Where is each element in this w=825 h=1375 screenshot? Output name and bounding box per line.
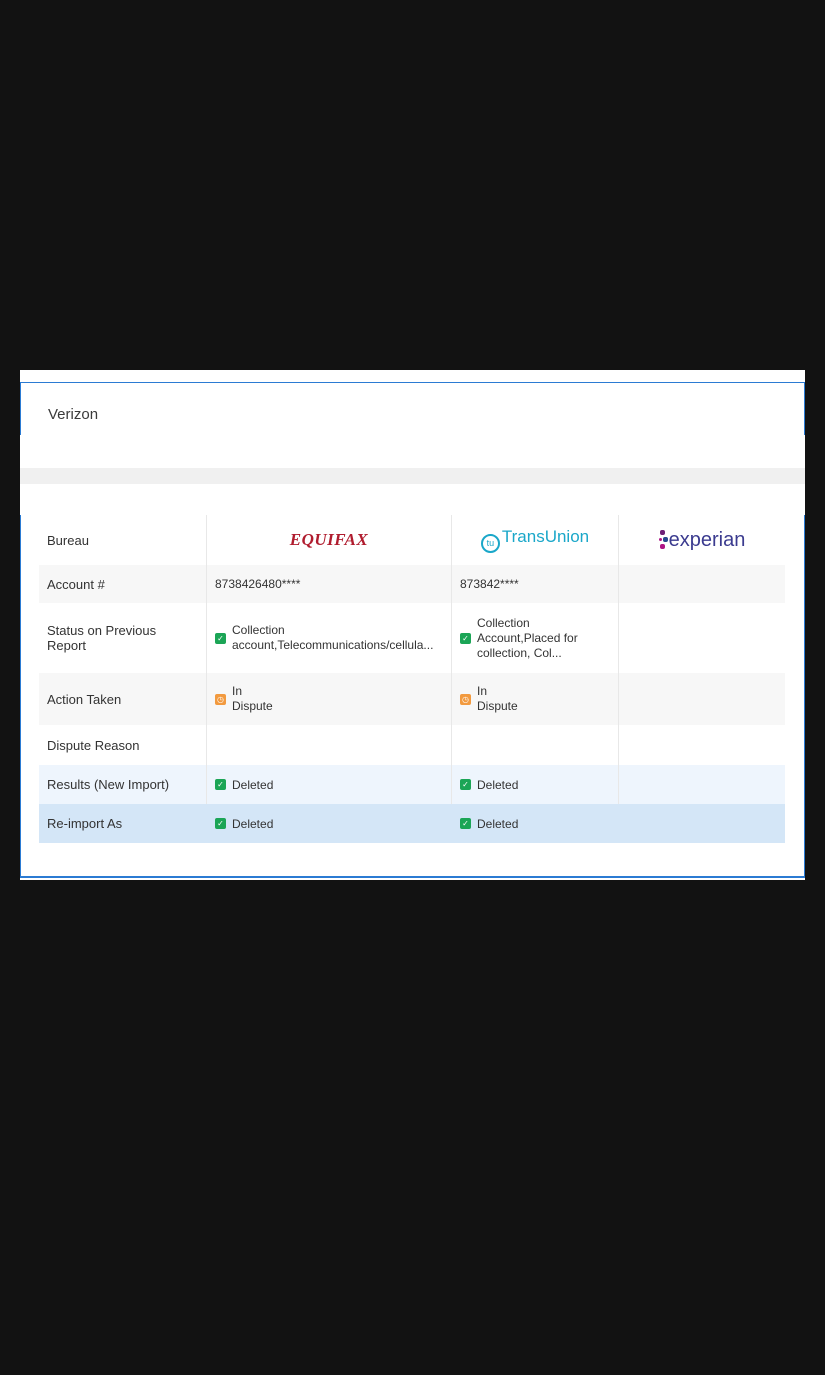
- transunion-action-taken-text: In Dispute: [477, 684, 518, 713]
- table-row-status-previous: Status on Previous Report ✓ Collection a…: [39, 603, 785, 673]
- equifax-logo-cell: EQUIFAX: [206, 515, 452, 565]
- equifax-dispute-reason: [206, 725, 452, 765]
- check-square-icon: ✓: [215, 779, 226, 790]
- transunion-results-new-import-text: Deleted: [477, 777, 519, 792]
- card-border-left-lower: [20, 515, 21, 878]
- experian-logo-text: experian: [668, 528, 746, 551]
- card-border-bottom: [20, 876, 805, 878]
- experian-dispute-reason: [618, 725, 785, 765]
- experian-status-previous: [618, 603, 785, 673]
- table-row-reimport-as: Re-import As ✓ Deleted ✓ Deleted: [39, 804, 785, 843]
- equifax-account-number: 8738426480****: [206, 565, 452, 603]
- check-square-icon: ✓: [215, 818, 226, 829]
- transunion-mark-icon: tu: [480, 534, 500, 553]
- transunion-logo: tu TransUnion: [480, 527, 590, 553]
- row-label-account-number: Account #: [39, 565, 207, 603]
- transunion-dispute-reason: [451, 725, 619, 765]
- experian-logo-cell: experian: [618, 515, 785, 565]
- equifax-reimport-as: ✓ Deleted: [206, 804, 452, 843]
- row-label-reimport-as: Re-import As: [39, 804, 207, 843]
- tradeline-card: Verizon Bureau EQUIFAX tu TransUnion exp…: [20, 370, 805, 880]
- experian-results-new-import: [618, 765, 785, 804]
- experian-account-number: [618, 565, 785, 603]
- experian-dots-icon: [658, 529, 668, 551]
- row-label-status-previous: Status on Previous Report: [47, 623, 157, 653]
- transunion-status-previous: ✓ Collection Account,Placed for collecti…: [451, 603, 619, 673]
- equifax-status-previous: ✓ Collection account,Telecommunications/…: [206, 603, 452, 673]
- equifax-action-taken: ◷ In Dispute: [206, 673, 452, 725]
- equifax-action-taken-text: In Dispute: [232, 684, 273, 713]
- card-border-right: [804, 382, 805, 435]
- card-border-top: [20, 382, 805, 383]
- card-border-left: [20, 382, 21, 435]
- card-border-right-lower: [804, 515, 805, 878]
- equifax-logo: EQUIFAX: [289, 530, 369, 549]
- transunion-reimport-as: ✓ Deleted: [451, 804, 619, 843]
- check-square-icon: ✓: [215, 632, 226, 644]
- experian-reimport-as: [618, 804, 785, 843]
- equifax-status-previous-text: Collection account,Telecommunications/ce…: [232, 623, 434, 652]
- table-row-dispute-reason: Dispute Reason: [39, 725, 785, 765]
- equifax-reimport-as-text: Deleted: [232, 816, 274, 831]
- transunion-reimport-as-text: Deleted: [477, 816, 519, 831]
- transunion-action-taken: ◷ In Dispute: [451, 673, 619, 725]
- bureau-comparison-table: Bureau EQUIFAX tu TransUnion experian Ac…: [39, 515, 785, 843]
- transunion-status-previous-text: Collection Account,Placed for collection…: [477, 615, 578, 660]
- row-label-bureau: Bureau: [47, 532, 89, 548]
- row-label-results-new-import: Results (New Import): [39, 765, 207, 804]
- clock-icon: ◷: [215, 693, 226, 705]
- check-square-icon: ✓: [460, 818, 471, 829]
- experian-logo: experian: [658, 529, 745, 551]
- transunion-results-new-import: ✓ Deleted: [451, 765, 619, 804]
- transunion-logo-text: TransUnion: [501, 527, 590, 546]
- clock-icon: ◷: [460, 693, 471, 705]
- row-label-dispute-reason: Dispute Reason: [47, 737, 140, 753]
- section-divider: [20, 468, 805, 484]
- equifax-results-new-import: ✓ Deleted: [206, 765, 452, 804]
- transunion-logo-cell: tu TransUnion: [451, 515, 619, 565]
- table-row-results-new-import: Results (New Import) ✓ Deleted ✓ Deleted: [39, 765, 785, 804]
- row-label-action-taken: Action Taken: [39, 673, 207, 725]
- check-square-icon: ✓: [460, 779, 471, 790]
- table-row-account-number: Account # 8738426480**** 873842****: [39, 565, 785, 603]
- transunion-account-number: 873842****: [451, 565, 619, 603]
- check-square-icon: ✓: [460, 632, 471, 644]
- equifax-results-new-import-text: Deleted: [232, 777, 274, 792]
- creditor-name: Verizon: [48, 406, 99, 423]
- table-row-action-taken: Action Taken ◷ In Dispute ◷ In Dispute: [39, 673, 785, 725]
- experian-action-taken: [618, 673, 785, 725]
- table-row-bureau: Bureau EQUIFAX tu TransUnion experian: [39, 515, 785, 565]
